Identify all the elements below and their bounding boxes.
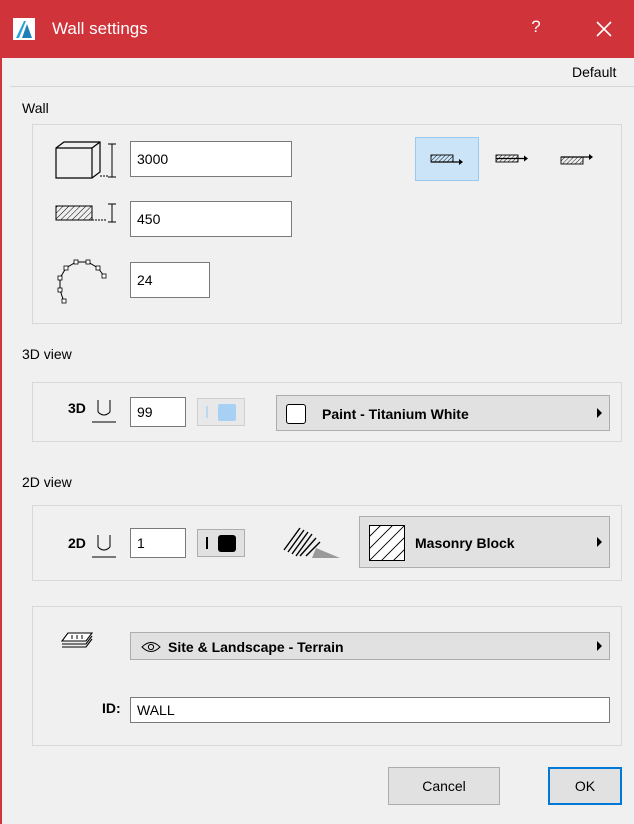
reference-line-outside-icon [430,154,463,165]
pen-icon [92,535,116,558]
2d-pen-label: 2D [68,535,86,551]
2d-view-section-title: 2D view [22,474,72,490]
reference-line-outside-button[interactable] [415,137,479,181]
chevron-right-icon [597,408,602,418]
curved-wall-segments-icon [57,259,107,304]
help-button[interactable]: ? [522,17,550,41]
wall-height-input[interactable]: 3000 [130,141,292,177]
window-title: Wall settings [52,19,148,38]
layer-icon [60,632,94,648]
2d-pen-color-button[interactable] [197,529,245,557]
title-bar: Wall settings ? [0,0,634,58]
pen-icon [92,400,116,423]
wall-thickness-icon [55,203,116,223]
3d-pen-label: 3D [68,400,86,416]
pen-line-indicator [206,537,208,549]
cut-fill-label: Masonry Block [415,535,515,551]
wall-thickness-input[interactable]: 450 [130,201,292,237]
close-icon[interactable] [586,13,622,45]
pen-color-swatch [218,404,236,421]
wall-section-title: Wall [22,100,49,116]
ok-button[interactable]: OK [548,767,622,805]
3d-pen-color-button[interactable] [197,398,245,426]
cut-fill-icon [283,527,340,558]
archicad-logo-icon [13,18,35,40]
reference-line-inside-icon [560,154,593,165]
surface-material-label: Paint - Titanium White [322,406,469,422]
reference-line-inside-button[interactable] [545,137,609,181]
3d-view-section-title: 3D view [22,346,72,362]
divider [10,86,634,87]
surface-swatch [286,404,306,424]
3d-pen-number-input[interactable]: 99 [130,397,186,427]
eye-icon [141,642,161,652]
chevron-right-icon [597,641,602,651]
reference-line-center-icon [495,154,528,163]
surface-material-dropdown[interactable]: Paint - Titanium White [276,395,610,431]
cut-fill-dropdown[interactable]: Masonry Block [359,516,610,568]
favorites-default-label[interactable]: Default [572,64,616,80]
reference-line-center-button[interactable] [480,137,544,181]
id-label: ID: [102,700,121,716]
chevron-right-icon [597,537,602,547]
layer-id-panel [32,606,622,746]
pen-line-indicator [206,406,208,418]
layer-dropdown[interactable]: Site & Landscape - Terrain [130,632,610,660]
wall-height-icon [55,141,116,179]
window-border [0,58,2,824]
layer-label: Site & Landscape - Terrain [168,639,344,655]
id-input[interactable]: WALL [130,697,610,723]
2d-pen-number-input[interactable]: 1 [130,528,186,558]
pen-color-swatch [218,535,236,552]
wall-segments-input[interactable]: 24 [130,262,210,298]
cancel-button[interactable]: Cancel [388,767,500,805]
fill-pattern-swatch [369,525,405,561]
